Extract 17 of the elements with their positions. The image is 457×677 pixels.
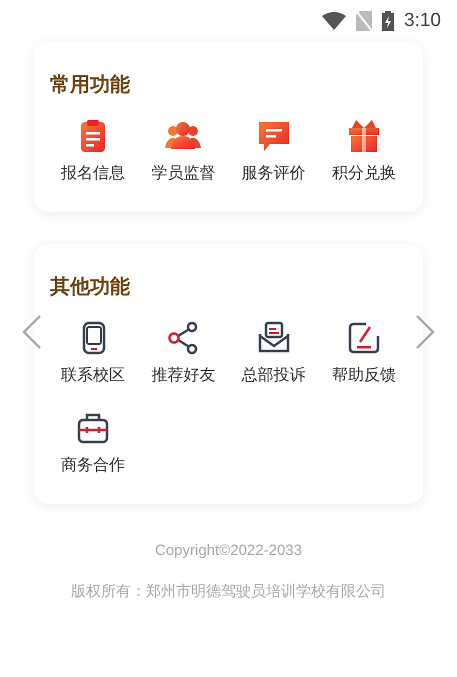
function-item[interactable]: 服务评价 [228,118,319,186]
function-item[interactable]: 联系校区 [48,320,138,388]
rights-text: 版权所有：郑州市明德驾驶员培训学校有限公司 [71,582,386,602]
function-item[interactable]: 学员监督 [138,118,228,186]
status-time: 3:10 [404,8,441,33]
wifi-icon [322,12,346,30]
function-item[interactable]: 推荐好友 [138,320,228,388]
section-title: 常用功能 [49,73,130,98]
function-item[interactable]: 积分兑换 [318,118,409,186]
battery-charging-icon [382,11,394,31]
function-item[interactable]: 帮助反馈 [318,320,409,388]
copyright-text: Copyright©2022-2033 [155,541,302,561]
function-item[interactable]: 报名信息 [48,118,138,186]
section-title: 其他功能 [49,275,130,300]
function-item[interactable]: 商务合作 [48,410,138,478]
function-item[interactable]: 总部投诉 [228,320,319,388]
no-sim-icon [356,11,372,31]
